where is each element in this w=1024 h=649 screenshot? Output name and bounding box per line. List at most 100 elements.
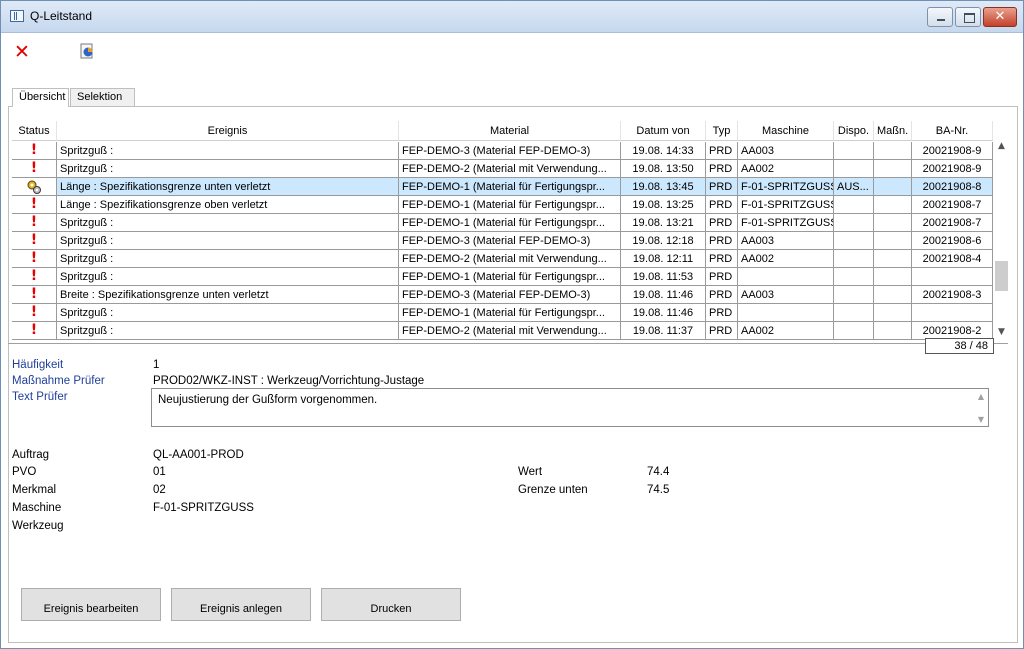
cell-ba: 20021908-4: [912, 250, 993, 268]
table-row[interactable]: ! Spritzguß : FEP-DEMO-3 (Material FEP-DEM…: [12, 142, 993, 160]
table-row[interactable]: ! Breite : Spezifikationsgrenze unten ver…: [12, 286, 993, 304]
cell-maschine: AA002: [738, 160, 834, 178]
cell-massn: [874, 232, 912, 250]
massnahme-value: PROD02/WKZ-INST : Werkzeug/Vorrichtung-J…: [153, 375, 425, 387]
cell-datum: 19.08. 14:33: [621, 142, 706, 160]
table-row[interactable]: ! Spritzguß : FEP-DEMO-2 (Material mit Ver…: [12, 160, 993, 178]
cell-ba: 20021908-6: [912, 232, 993, 250]
cell-maschine: AA002: [738, 322, 834, 340]
cell-datum: 19.08. 11:46: [621, 304, 706, 322]
cell-typ: PRD: [706, 250, 738, 268]
title-bar[interactable]: Q-Leitstand ✕: [1, 1, 1023, 33]
cell-datum: 19.08. 13:21: [621, 214, 706, 232]
table-row[interactable]: ! Spritzguß : FEP-DEMO-1 (Material für Fer…: [12, 214, 993, 232]
status-cell: !: [12, 214, 57, 232]
main-window: Q-Leitstand ✕ ✕ Übersicht Selektion Stat…: [0, 0, 1024, 649]
cell-dispo: [834, 214, 874, 232]
header-material[interactable]: Material: [399, 121, 621, 141]
cell-datum: 19.08. 12:11: [621, 250, 706, 268]
cell-typ: PRD: [706, 286, 738, 304]
cell-maschine: F-01-SPRITZGUSS: [738, 178, 834, 196]
pie-chart-report-icon[interactable]: [80, 43, 94, 59]
cell-ba: [912, 268, 993, 286]
table-row[interactable]: ! Spritzguß : FEP-DEMO-2 (Material mit Ver…: [12, 250, 993, 268]
cell-typ: PRD: [706, 304, 738, 322]
cell-dispo: [834, 268, 874, 286]
cell-ereignis: Spritzguß :: [57, 304, 399, 322]
merkmal-value: 02: [153, 484, 166, 496]
exclamation-icon: !: [30, 214, 38, 230]
header-maschine[interactable]: Maschine: [738, 121, 834, 141]
scroll-up-arrow-icon[interactable]: ▲: [994, 141, 1009, 155]
cell-ba: 20021908-3: [912, 286, 993, 304]
header-datum[interactable]: Datum von: [621, 121, 706, 141]
cell-dispo: AUS...: [834, 178, 874, 196]
cell-maschine: [738, 268, 834, 286]
drucken-button[interactable]: Drucken: [321, 588, 461, 621]
cell-material: FEP-DEMO-2 (Material mit Verwendung...: [399, 322, 621, 340]
cell-datum: 19.08. 11:37: [621, 322, 706, 340]
merkmal-label: Merkmal: [12, 484, 57, 496]
status-cell: !: [12, 250, 57, 268]
cell-maschine: F-01-SPRITZGUSS: [738, 214, 834, 232]
cell-typ: PRD: [706, 322, 738, 340]
minimize-button[interactable]: [927, 7, 953, 27]
cell-massn: [874, 268, 912, 286]
app-icon: [10, 10, 24, 22]
cell-dispo: [834, 304, 874, 322]
text-pruefer-field[interactable]: Neujustierung der Gußform vorgenommen. ▲…: [151, 388, 989, 427]
ereignis-bearbeiten-button[interactable]: Ereignis bearbeiten: [21, 588, 161, 621]
scroll-thumb[interactable]: [995, 261, 1008, 291]
header-ereignis[interactable]: Ereignis: [57, 121, 399, 141]
cell-material: FEP-DEMO-2 (Material mit Verwendung...: [399, 250, 621, 268]
divider: [8, 343, 926, 344]
cell-massn: [874, 214, 912, 232]
exclamation-icon: !: [30, 250, 38, 266]
cell-material: FEP-DEMO-1 (Material für Fertigungspr...: [399, 178, 621, 196]
scroll-down-arrow-icon[interactable]: ▼: [978, 415, 984, 424]
table-row[interactable]: Länge : Spezifikationsgrenze unten verle…: [12, 178, 993, 196]
table-row[interactable]: ! Spritzguß : FEP-DEMO-2 (Material mit Ver…: [12, 322, 993, 340]
close-window-button[interactable]: ✕: [983, 7, 1017, 27]
scroll-up-arrow-icon[interactable]: ▲: [978, 392, 984, 401]
cell-massn: [874, 178, 912, 196]
scroll-down-arrow-icon[interactable]: ▼: [994, 327, 1009, 341]
exclamation-icon: !: [30, 268, 38, 284]
close-icon: ✕: [994, 9, 1006, 24]
table-scrollbar[interactable]: ▲ ▼: [994, 141, 1009, 341]
cell-dispo: [834, 286, 874, 304]
header-status[interactable]: Status: [12, 121, 57, 141]
cell-ba: 20021908-7: [912, 214, 993, 232]
pvo-label: PVO: [12, 466, 37, 478]
cell-material: FEP-DEMO-3 (Material FEP-DEMO-3): [399, 232, 621, 250]
red-x-icon[interactable]: ✕: [14, 42, 30, 62]
tab-uebersicht[interactable]: Übersicht: [12, 88, 69, 107]
cell-maschine: AA002: [738, 250, 834, 268]
cell-datum: 19.08. 11:46: [621, 286, 706, 304]
cell-typ: PRD: [706, 232, 738, 250]
ereignis-anlegen-button[interactable]: Ereignis anlegen: [171, 588, 311, 621]
cell-massn: [874, 250, 912, 268]
status-cell: [12, 178, 57, 196]
header-typ[interactable]: Typ: [706, 121, 738, 141]
table-row[interactable]: ! Spritzguß : FEP-DEMO-1 (Material für Fer…: [12, 304, 993, 322]
cell-material: FEP-DEMO-1 (Material für Fertigungspr...: [399, 304, 621, 322]
table-row[interactable]: ! Spritzguß : FEP-DEMO-3 (Material FEP-DEM…: [12, 232, 993, 250]
cell-ba: 20021908-8: [912, 178, 993, 196]
cell-maschine: F-01-SPRITZGUSS: [738, 196, 834, 214]
status-cell: !: [12, 142, 57, 160]
status-cell: !: [12, 268, 57, 286]
cell-massn: [874, 286, 912, 304]
tab-selektion[interactable]: Selektion: [70, 88, 135, 106]
cell-dispo: [834, 232, 874, 250]
header-massn[interactable]: Maßn.: [874, 121, 912, 141]
header-dispo[interactable]: Dispo.: [834, 121, 874, 141]
cell-typ: PRD: [706, 268, 738, 286]
cell-datum: 19.08. 11:53: [621, 268, 706, 286]
header-ba-nr[interactable]: BA-Nr.: [912, 121, 993, 141]
table-row[interactable]: ! Länge : Spezifikationsgrenze oben verle…: [12, 196, 993, 214]
table-row[interactable]: ! Spritzguß : FEP-DEMO-1 (Material für Fer…: [12, 268, 993, 286]
cell-material: FEP-DEMO-1 (Material für Fertigungspr...: [399, 214, 621, 232]
cell-typ: PRD: [706, 160, 738, 178]
maximize-button[interactable]: [955, 7, 981, 27]
